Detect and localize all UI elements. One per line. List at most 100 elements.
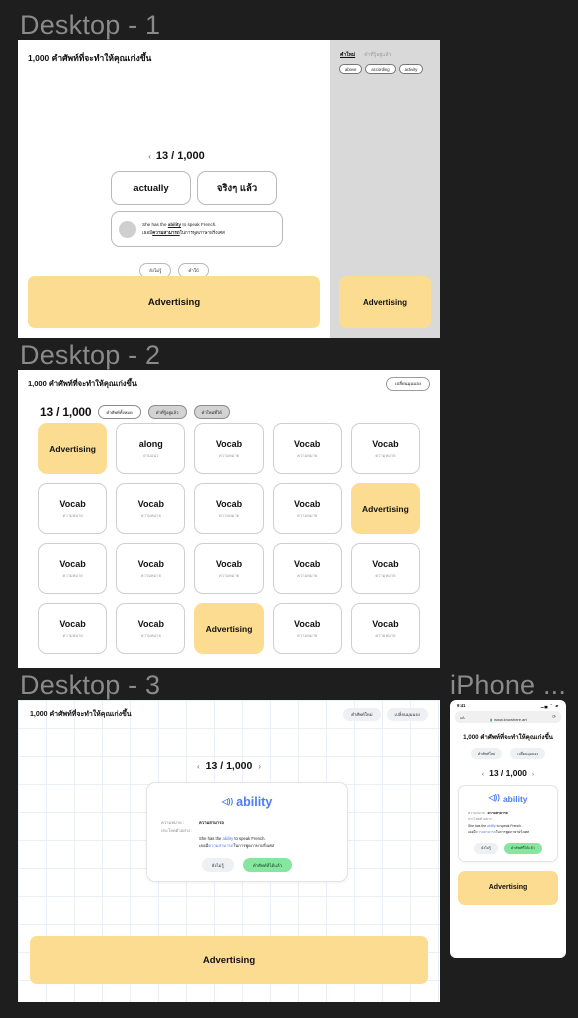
ad-banner-main[interactable]: Advertising	[458, 870, 558, 905]
design-canvas: Desktop - 1 1,000 คำศัพท์ที่จะทำให้คุณเก…	[0, 0, 578, 1018]
vocab-word: Vocab	[372, 558, 399, 569]
known-button[interactable]: คำศัพท์ที่ได้แล้ว	[242, 858, 293, 872]
speaker-icon[interactable]: ◁))	[222, 797, 233, 806]
vocab-card[interactable]: along ตามแนว	[116, 423, 186, 474]
choice-card-en[interactable]: actually	[111, 171, 191, 205]
ad-card[interactable]: Advertising	[194, 603, 264, 654]
vocab-card[interactable]: Vocab ความหมาย	[194, 423, 264, 474]
frame-label-desktop-3[interactable]: Desktop - 3	[20, 670, 160, 701]
choice-card-th[interactable]: จริงๆ แล้ว	[197, 171, 277, 205]
prev-arrow-icon[interactable]: ‹	[197, 762, 200, 771]
change-view-button[interactable]: เปลี่ยนมุมมอง	[386, 707, 428, 721]
frame-desktop-3[interactable]: 1,000 คำศัพท์ที่จะทำให้คุณเก่งขึ้น คำศัพ…	[18, 700, 440, 1002]
vocab-card[interactable]: Vocab ความหมาย	[38, 603, 108, 654]
ad-card[interactable]: Advertising	[350, 483, 421, 534]
answer-choices: actually จริงๆ แล้ว	[111, 171, 277, 205]
filter-known-words[interactable]: คำที่รู้อยู่แล้ว	[147, 405, 187, 419]
ip-card-buttons: ยังไม่รู้ คำศัพท์ที่ได้แล้ว	[459, 842, 557, 854]
vocab-card[interactable]: Vocab ความหมาย	[38, 543, 108, 594]
frame-label-desktop-1[interactable]: Desktop - 1	[20, 10, 160, 41]
progress-counter: ‹ 13 / 1,000 ›	[18, 760, 440, 772]
filter-new-words[interactable]: คำใหม่ที่ได้	[193, 405, 230, 419]
browser-address-bar[interactable]: ᴀA ▮ www.knowhere.art ⟳	[455, 711, 561, 723]
address-text-group: ▮ www.knowhere.art	[490, 708, 527, 726]
prev-arrow-icon[interactable]: ‹	[148, 152, 151, 161]
new-words-button[interactable]: คำศัพท์ใหม่	[343, 707, 381, 721]
sidebar-tabs: คำใหม่ คำที่รู้อยู่แล้ว	[340, 51, 391, 59]
vocab-card[interactable]: Vocab ความหมาย	[38, 483, 108, 534]
vocab-word: Vocab	[59, 618, 86, 629]
word-text: ability	[502, 794, 528, 804]
frame-desktop-1[interactable]: 1,000 คำศัพท์ที่จะทำให้คุณเก่งขึ้น ‹ 13 /…	[18, 40, 440, 338]
address-text: www.knowhere.art	[494, 717, 527, 722]
sidebar-tab-new[interactable]: คำใหม่	[340, 51, 355, 59]
example-label-row: ประโยคตัวอย่าง :	[161, 827, 347, 835]
vocab-card[interactable]: Vocab ความหมาย	[350, 603, 421, 654]
ad-card[interactable]: Advertising	[38, 423, 108, 474]
ad-banner-main[interactable]: Advertising	[28, 276, 320, 328]
vocab-meaning: ความหมาย	[218, 572, 240, 578]
change-view-button[interactable]: เปลี่ยนมุมมอง	[385, 376, 430, 391]
d1-main-area: 1,000 คำศัพท์ที่จะทำให้คุณเก่งขึ้น ‹ 13 /…	[18, 40, 330, 338]
counter-value: 13 / 1,000	[40, 405, 92, 419]
vocab-card[interactable]: Vocab ความหมาย	[116, 543, 186, 594]
next-arrow-icon[interactable]: ›	[258, 762, 261, 771]
frame-label-iphone[interactable]: iPhone ...	[450, 670, 566, 701]
vocab-card[interactable]: Vocab ความหมาย	[116, 603, 186, 654]
word-text: ability	[236, 795, 273, 809]
vocab-word: Vocab	[294, 498, 321, 509]
counter-value: 13 / 1,000	[205, 760, 253, 772]
frame-label-desktop-2[interactable]: Desktop - 2	[20, 340, 160, 371]
vocab-meaning: ความหมาย	[218, 452, 240, 458]
vocab-word: Vocab	[215, 438, 243, 449]
vocab-card[interactable]: Vocab ความหมาย	[272, 483, 342, 534]
dont-know-button[interactable]: ยังไม่รู้	[474, 842, 498, 854]
word-chip-activity[interactable]: activity	[398, 64, 424, 74]
word-chip-according[interactable]: according	[365, 64, 396, 74]
d2-header: 1,000 คำศัพท์ที่จะทำให้คุณเก่งขึ้น เปลี่…	[18, 370, 440, 397]
example-en-keyword: ability	[487, 823, 496, 828]
ad-label: Advertising	[49, 443, 96, 454]
frame-desktop-2[interactable]: 1,000 คำศัพท์ที่จะทำให้คุณเก่งขึ้น เปลี่…	[18, 370, 440, 668]
next-arrow-icon[interactable]: ›	[532, 771, 534, 778]
vocab-word: Vocab	[137, 498, 164, 509]
vocab-word: Vocab	[294, 558, 321, 569]
example-th-keyword: ความสามารถ	[208, 843, 234, 849]
speaker-icon[interactable]: ◁))	[488, 793, 499, 802]
vocab-meaning: ความหมาย	[140, 632, 161, 638]
text-size-icon[interactable]: ᴀA	[460, 715, 465, 720]
change-view-button[interactable]: เปลี่ยนมุมมอง	[510, 748, 546, 759]
ad-banner-main[interactable]: Advertising	[30, 936, 428, 984]
vocab-card[interactable]: Vocab ความหมาย	[272, 423, 342, 474]
vocab-meaning: ความหมาย	[375, 572, 396, 578]
vocab-word: Vocab	[294, 618, 321, 629]
vocab-card[interactable]: Vocab ความหมาย	[272, 543, 342, 594]
vocab-word: Vocab	[294, 438, 321, 449]
vocab-meaning: ความหมาย	[140, 512, 161, 518]
vocab-card[interactable]: Vocab ความหมาย	[116, 483, 186, 534]
status-indicators-icon: ▁▄ ⌃ ▰	[540, 703, 559, 708]
word-chip-above[interactable]: above	[339, 64, 363, 74]
new-words-button[interactable]: คำศัพท์ใหม่	[470, 748, 503, 759]
known-button[interactable]: คำศัพท์ที่ได้แล้ว	[503, 842, 542, 854]
ad-banner-sidebar[interactable]: Advertising	[339, 276, 431, 328]
counter-value: 13 / 1,000	[155, 150, 205, 162]
vocab-meaning: ความหมาย	[297, 452, 318, 458]
vocab-card[interactable]: Vocab ความหมาย	[272, 603, 342, 654]
progress-counter: ‹ 13 / 1,000	[18, 150, 330, 162]
vocab-card[interactable]: Vocab ความหมาย	[350, 423, 421, 474]
frame-iphone[interactable]: 9:41 ▁▄ ⌃ ▰ ᴀA ▮ www.knowhere.art ⟳ 1,000…	[450, 700, 566, 958]
reload-icon[interactable]: ⟳	[552, 714, 556, 720]
vocab-card[interactable]: Vocab ความหมาย	[194, 543, 264, 594]
progress-counter: ‹ 13 / 1,000 ›	[450, 768, 566, 778]
prev-arrow-icon[interactable]: ‹	[482, 771, 484, 778]
example-th-line: เธอมีความสามารถในการพูดภาษาฝรั่งเศส	[142, 230, 225, 235]
dont-know-button[interactable]: ยังไม่รู้	[201, 858, 234, 872]
vocab-card[interactable]: Vocab ความหมาย	[194, 483, 264, 534]
filter-all-words[interactable]: คำศัพท์ทั้งหมด	[98, 405, 141, 419]
vocab-word: Vocab	[372, 618, 399, 629]
sidebar-tab-known[interactable]: คำที่รู้อยู่แล้ว	[364, 51, 391, 59]
vocab-card[interactable]: Vocab ความหมาย	[350, 543, 421, 594]
sidebar-word-chips: above according activity	[339, 64, 424, 74]
page-title: 1,000 คำศัพท์ที่จะทำให้คุณเก่งขึ้น	[463, 734, 553, 741]
